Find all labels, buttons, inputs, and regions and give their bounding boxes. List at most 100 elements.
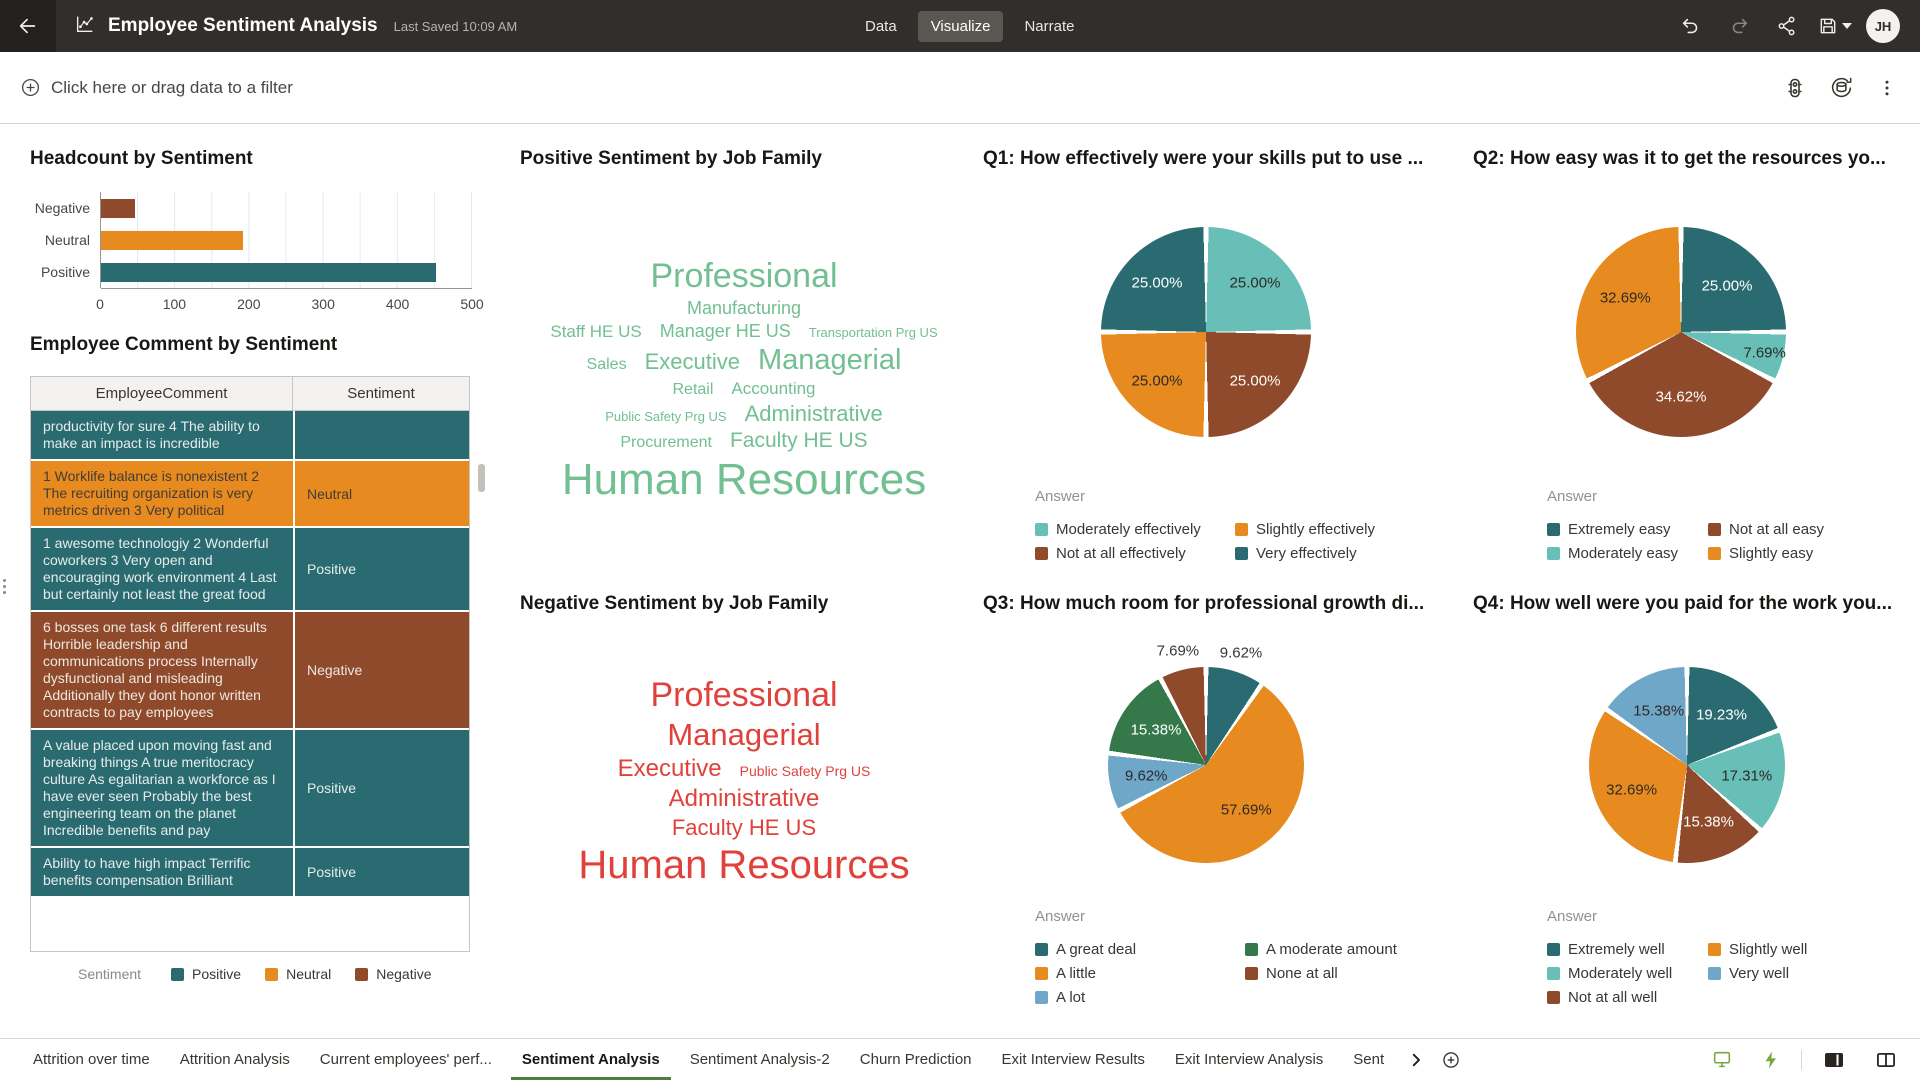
q2-pie-chart[interactable]: 25.00%7.69%34.62%32.69% bbox=[1576, 227, 1786, 437]
toggle-properties-panel-button[interactable] bbox=[1866, 1048, 1906, 1072]
canvas-tab-sent[interactable]: Sent bbox=[1338, 1039, 1399, 1080]
q1-panel[interactable]: Q1: How effectively were your skills put… bbox=[983, 148, 1463, 586]
legend-item[interactable]: Very effectively bbox=[1235, 541, 1375, 565]
q4-panel[interactable]: Q4: How well were you paid for the work … bbox=[1473, 593, 1913, 1033]
wordcloud-word[interactable]: Human Resources bbox=[578, 843, 909, 888]
back-button[interactable] bbox=[0, 0, 56, 52]
legend-item[interactable]: Extremely easy bbox=[1547, 517, 1694, 541]
table-row[interactable]: A value placed upon moving fast and brea… bbox=[31, 730, 469, 846]
q3-panel[interactable]: Q3: How much room for professional growt… bbox=[983, 593, 1463, 1033]
bar-neutral[interactable] bbox=[101, 231, 243, 250]
table-row[interactable]: Ability to have high impact Terrific ben… bbox=[31, 848, 469, 896]
wordcloud-word[interactable]: Accounting bbox=[731, 379, 815, 399]
sentiment-cell[interactable]: Positive bbox=[295, 528, 469, 610]
comment-cell[interactable]: 6 bosses one task 6 different results Ho… bbox=[31, 612, 293, 728]
q3-pie-chart[interactable]: 9.62%57.69%9.62%15.38%7.69% bbox=[1108, 667, 1304, 863]
pie[interactable]: 9.62%57.69%9.62%15.38%7.69% bbox=[1108, 667, 1304, 863]
sentiment-cell[interactable]: Neutral bbox=[295, 461, 469, 526]
legend-item[interactable]: A moderate amount bbox=[1245, 937, 1397, 961]
save-button[interactable] bbox=[1818, 9, 1852, 43]
add-filter-prompt[interactable]: Click here or drag data to a filter bbox=[20, 77, 293, 98]
undo-button[interactable] bbox=[1674, 9, 1708, 43]
table-column-header[interactable]: Sentiment bbox=[293, 377, 469, 410]
q4-pie-chart[interactable]: 19.23%17.31%15.38%32.69%15.38% bbox=[1589, 667, 1785, 863]
legend-item[interactable]: Slightly easy bbox=[1708, 541, 1824, 565]
tab-data[interactable]: Data bbox=[852, 11, 910, 42]
page-menu-button[interactable] bbox=[1872, 73, 1902, 103]
legend-item[interactable]: Positive bbox=[171, 966, 241, 982]
q2-panel[interactable]: Q2: How easy was it to get the resources… bbox=[1473, 148, 1913, 586]
canvas-tab-sentiment-analysis[interactable]: Sentiment Analysis bbox=[507, 1039, 675, 1080]
legend-item[interactable]: Moderately well bbox=[1547, 961, 1694, 985]
bar-positive[interactable] bbox=[101, 263, 436, 282]
tab-overflow-button[interactable] bbox=[1399, 1051, 1433, 1069]
negative-wordcloud-panel[interactable]: Negative Sentiment by Job Family Profess… bbox=[520, 593, 968, 1023]
user-avatar[interactable]: JH bbox=[1866, 9, 1900, 43]
wordcloud-word[interactable]: Executive bbox=[618, 755, 722, 783]
headcount-bar-chart[interactable]: NegativeNeutralPositive0100200300400500 bbox=[30, 192, 472, 314]
wordcloud-word[interactable]: Staff HE US bbox=[550, 322, 641, 342]
legend-item[interactable]: A great deal bbox=[1035, 937, 1231, 961]
wordcloud-word[interactable]: Managerial bbox=[667, 717, 820, 753]
legend-item[interactable]: Neutral bbox=[265, 966, 331, 982]
table-row[interactable]: 6 bosses one task 6 different results Ho… bbox=[31, 612, 469, 728]
negative-wordcloud[interactable]: ProfessionalManagerialExecutive Public Sa… bbox=[520, 675, 968, 889]
table-row[interactable]: 1 awesome technologiy 2 Wonderful cowork… bbox=[31, 528, 469, 610]
wordcloud-word[interactable]: Faculty HE US bbox=[672, 815, 816, 841]
legend-item[interactable]: Negative bbox=[355, 966, 431, 982]
wordcloud-word[interactable]: Professional bbox=[650, 257, 837, 296]
comment-cell[interactable]: A value placed upon moving fast and brea… bbox=[31, 730, 293, 846]
wordcloud-word[interactable]: Transportation Prg US bbox=[809, 325, 938, 340]
pie[interactable]: 19.23%17.31%15.38%32.69%15.38% bbox=[1589, 667, 1785, 863]
wordcloud-word[interactable]: Retail bbox=[672, 381, 713, 399]
table-row[interactable]: 1 Worklife balance is nonexistent 2 The … bbox=[31, 461, 469, 526]
legend-item[interactable]: Not at all well bbox=[1547, 985, 1694, 1009]
legend-item[interactable]: Moderately easy bbox=[1547, 541, 1694, 565]
data-diagnostics-button[interactable] bbox=[1780, 73, 1810, 103]
canvas-tab-attrition-over-time[interactable]: Attrition over time bbox=[18, 1039, 165, 1080]
sentiment-cell[interactable] bbox=[295, 411, 469, 459]
legend-item[interactable]: Very well bbox=[1708, 961, 1807, 985]
wordcloud-word[interactable]: Administrative bbox=[745, 401, 883, 427]
comment-cell[interactable]: productivity for sure 4 The ability to m… bbox=[31, 411, 293, 459]
wordcloud-word[interactable]: Sales bbox=[587, 356, 627, 374]
table-row[interactable]: productivity for sure 4 The ability to m… bbox=[31, 411, 469, 459]
wordcloud-word[interactable]: Manufacturing bbox=[687, 298, 801, 319]
panel-resize-handle[interactable] bbox=[0, 566, 9, 606]
legend-item[interactable]: Moderately effectively bbox=[1035, 517, 1221, 541]
wordcloud-word[interactable]: Public Safety Prg US bbox=[605, 409, 726, 424]
legend-item[interactable]: Not at all easy bbox=[1708, 517, 1824, 541]
pie[interactable]: 25.00%25.00%25.00%25.00% bbox=[1101, 227, 1311, 437]
present-button[interactable] bbox=[1703, 1049, 1741, 1071]
legend-item[interactable]: Not at all effectively bbox=[1035, 541, 1221, 565]
wordcloud-word[interactable]: Faculty HE US bbox=[730, 429, 868, 453]
legend-item[interactable]: None at all bbox=[1245, 961, 1397, 985]
wordcloud-word[interactable]: Public Safety Prg US bbox=[740, 763, 871, 779]
table-column-header[interactable]: EmployeeComment bbox=[31, 377, 293, 410]
wordcloud-word[interactable]: Procurement bbox=[620, 434, 712, 452]
legend-item[interactable]: A little bbox=[1035, 961, 1231, 985]
positive-wordcloud[interactable]: ProfessionalManufacturing Staff HE US Mana… bbox=[520, 256, 968, 506]
canvas-tab-attrition-analysis[interactable]: Attrition Analysis bbox=[165, 1039, 305, 1080]
wordcloud-word[interactable]: Administrative bbox=[669, 785, 820, 813]
headcount-panel[interactable]: Headcount by Sentiment NegativeNeutralPo… bbox=[30, 148, 472, 314]
refresh-data-button[interactable] bbox=[1826, 73, 1856, 103]
canvas-tab-current-employees-perf[interactable]: Current employees' perf... bbox=[305, 1039, 507, 1080]
canvas-tab-sentiment-analysis-2[interactable]: Sentiment Analysis-2 bbox=[675, 1039, 845, 1080]
canvas-tab-exit-interview-results[interactable]: Exit Interview Results bbox=[987, 1039, 1160, 1080]
wordcloud-word[interactable]: Professional bbox=[650, 676, 837, 715]
comments-table[interactable]: EmployeeCommentSentimentproductivity for… bbox=[30, 376, 470, 952]
q1-pie-chart[interactable]: 25.00%25.00%25.00%25.00% bbox=[1101, 227, 1311, 437]
comments-panel[interactable]: Employee Comment by Sentiment EmployeeCo… bbox=[30, 334, 500, 982]
sentiment-cell[interactable]: Negative bbox=[295, 612, 469, 728]
legend-item[interactable]: A lot bbox=[1035, 985, 1231, 1009]
wordcloud-word[interactable]: Executive bbox=[645, 349, 740, 375]
wordcloud-word[interactable]: Manager HE US bbox=[660, 321, 791, 342]
comment-cell[interactable]: Ability to have high impact Terrific ben… bbox=[31, 848, 293, 896]
sentiment-cell[interactable]: Positive bbox=[295, 848, 469, 896]
legend-item[interactable]: Slightly effectively bbox=[1235, 517, 1375, 541]
table-scrollbar-thumb[interactable] bbox=[478, 464, 485, 492]
tab-narrate[interactable]: Narrate bbox=[1011, 11, 1087, 42]
redo-button[interactable] bbox=[1722, 9, 1756, 43]
legend-item[interactable]: Slightly well bbox=[1708, 937, 1807, 961]
